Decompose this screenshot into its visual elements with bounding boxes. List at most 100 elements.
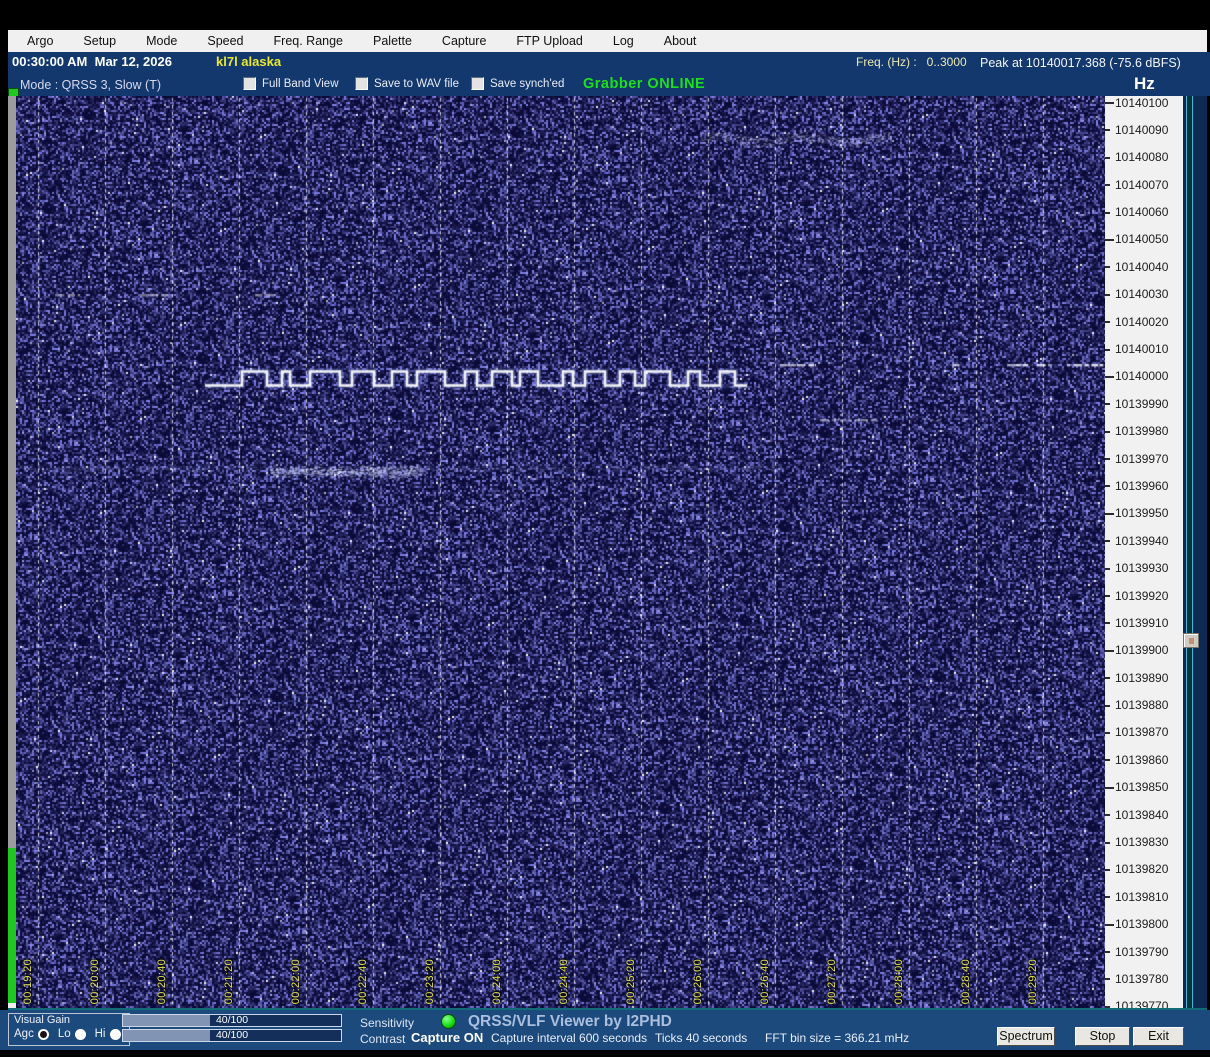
freq-tick-mark [1105, 430, 1110, 433]
freq-tick-label: 10140100 [1115, 96, 1169, 110]
checkbox-save-synch-ed[interactable]: Save synch'ed [471, 77, 564, 90]
frequency-scale: 10140100 10140090 10140080 10140070 10140060… [1105, 96, 1183, 1010]
freq-tick-label: 10139840 [1115, 807, 1169, 822]
freq-tick-label: 10139890 [1115, 670, 1169, 685]
freq-tick-label: 10140060 [1115, 205, 1169, 220]
freq-tick-mark [1105, 403, 1110, 406]
hz-axis-title: Hz [1134, 74, 1155, 93]
menu-item-freq-range[interactable]: Freq. Range [259, 34, 358, 48]
radio-hi[interactable] [109, 1028, 121, 1040]
freq-tick-mark [1105, 567, 1110, 570]
freq-tick-label: 10139980 [1115, 424, 1169, 439]
freq-tick-mark [1105, 156, 1110, 159]
checkbox-label: Full Band View [262, 77, 339, 90]
waterfall-area: 00:19:20 00:20:00 00:20:40 00:21:20 00:22:00… [16, 96, 1105, 1010]
freq-tick-mark [1105, 348, 1110, 351]
time-tick-label: 00:24:00 [491, 958, 503, 1004]
freq-tick-mark [1105, 841, 1110, 844]
contrast-label: Contrast [360, 1032, 406, 1046]
freq-tick-mark [1105, 211, 1110, 214]
scrollbar-track[interactable] [1186, 96, 1193, 1010]
freq-tick-mark [1105, 978, 1110, 981]
menu-item-log[interactable]: Log [598, 34, 649, 48]
freq-tick-mark [1105, 458, 1110, 461]
freq-tick-mark [1105, 923, 1114, 926]
sensitivity-value: 40/100 [215, 1014, 249, 1026]
freq-tick-mark [1105, 184, 1110, 187]
freq-tick-mark [1105, 375, 1114, 378]
freq-tick-label: 10139900 [1115, 643, 1169, 658]
time-tick-label: 00:27:20 [826, 958, 838, 1004]
checkbox-label: Save synch'ed [490, 77, 565, 90]
menu-item-setup[interactable]: Setup [68, 34, 131, 48]
clock-datetime: 00:30:00 AM Mar 12, 2026 [12, 54, 172, 69]
freq-tick-label: 10140030 [1115, 287, 1169, 302]
freq-tick-mark [1105, 677, 1110, 680]
freq-tick-mark [1105, 814, 1110, 817]
freq-tick-label: 10139960 [1115, 478, 1169, 493]
checkbox-box-icon[interactable] [471, 77, 484, 90]
freq-tick-mark [1105, 868, 1110, 871]
freq-tick-label: 10139970 [1115, 451, 1169, 466]
menu-item-speed[interactable]: Speed [192, 34, 258, 48]
freq-tick-label: 10139870 [1115, 725, 1169, 740]
freq-tick-mark [1105, 704, 1110, 707]
freq-tick-mark [1105, 786, 1114, 789]
radio-lo[interactable] [74, 1028, 86, 1040]
freq-tick-label: 10140020 [1115, 314, 1169, 329]
freq-tick-label: 10139850 [1115, 780, 1169, 795]
checkbox-full-band-view[interactable]: Full Band View [243, 77, 339, 90]
callsign-label: kl7l alaska [216, 54, 282, 69]
grabber-status: Grabber ONLINE [583, 76, 706, 92]
freq-tick-label: 10139920 [1115, 588, 1169, 603]
freq-range-label: Freq. (Hz) : 0..3000 [856, 55, 967, 69]
freq-tick-label: 10139780 [1115, 971, 1169, 986]
fft-bin-label: FFT bin size = 366.21 mHz [765, 1031, 910, 1045]
checkbox-box-icon[interactable] [243, 77, 256, 90]
radio-agc[interactable] [37, 1028, 49, 1040]
mode-bar: Mode : QRSS 3, Slow (T) Grabber ONLINE H… [8, 72, 1210, 96]
time-tick-label: 00:24:40 [558, 958, 570, 1004]
spectrum-button[interactable]: Spectrum [997, 1027, 1055, 1046]
capture-progress-bar [8, 96, 16, 1010]
stop-button[interactable]: Stop [1075, 1027, 1130, 1046]
menu-item-palette[interactable]: Palette [358, 34, 427, 48]
time-tick-label: 00:26:00 [692, 958, 704, 1004]
freq-tick-label: 10139800 [1115, 917, 1169, 932]
radio-label-hi: Hi [94, 1028, 106, 1040]
ticks-label: Ticks 40 seconds [655, 1031, 748, 1045]
sensitivity-label: Sensitivity [360, 1016, 415, 1030]
visual-gain-radios: Agc Lo Hi [14, 1028, 130, 1040]
freq-tick-label: 10139990 [1115, 396, 1169, 411]
freq-tick-mark [1105, 485, 1110, 488]
checkbox-label: Save to WAV file [374, 77, 460, 90]
time-tick-label: 00:19:20 [22, 958, 34, 1004]
visual-gain-group: Visual Gain Agc Lo Hi [8, 1013, 130, 1046]
checkbox-box-icon[interactable] [355, 77, 368, 90]
freq-tick-label: 10139950 [1115, 506, 1169, 521]
time-tick-label: 00:20:00 [89, 958, 101, 1004]
exit-button[interactable]: Exit [1133, 1027, 1184, 1046]
time-tick-label: 00:21:20 [223, 958, 235, 1004]
radio-label-lo: Lo [57, 1028, 71, 1040]
menu-item-argo[interactable]: Argo [12, 34, 68, 48]
checkbox-save-to-wav-file[interactable]: Save to WAV file [355, 77, 459, 90]
sensitivity-slider[interactable]: 40/100 [122, 1014, 342, 1027]
freq-tick-label: 10140090 [1115, 122, 1169, 137]
freq-tick-mark [1105, 238, 1114, 241]
freq-tick-mark [1105, 649, 1114, 652]
menu-item-ftp-upload[interactable]: FTP Upload [501, 34, 597, 48]
menu-item-mode[interactable]: Mode [131, 34, 192, 48]
peak-readout: Peak at 10140017.368 (-75.6 dBFS) [980, 56, 1181, 70]
freq-tick-mark [1105, 129, 1110, 132]
scrollbar-thumb[interactable] [1183, 633, 1199, 648]
contrast-slider[interactable]: 40/100 [122, 1029, 342, 1042]
thumb-grip-icon [1189, 638, 1194, 644]
menu-item-capture[interactable]: Capture [427, 34, 501, 48]
freq-tick-label: 10139930 [1115, 561, 1169, 576]
capture-led-icon [441, 1014, 456, 1029]
menu-item-about[interactable]: About [649, 34, 712, 48]
waterfall-spectrogram[interactable] [16, 96, 1105, 1010]
capture-status: Capture ON [411, 1030, 484, 1045]
freq-tick-label: 10139830 [1115, 835, 1169, 850]
